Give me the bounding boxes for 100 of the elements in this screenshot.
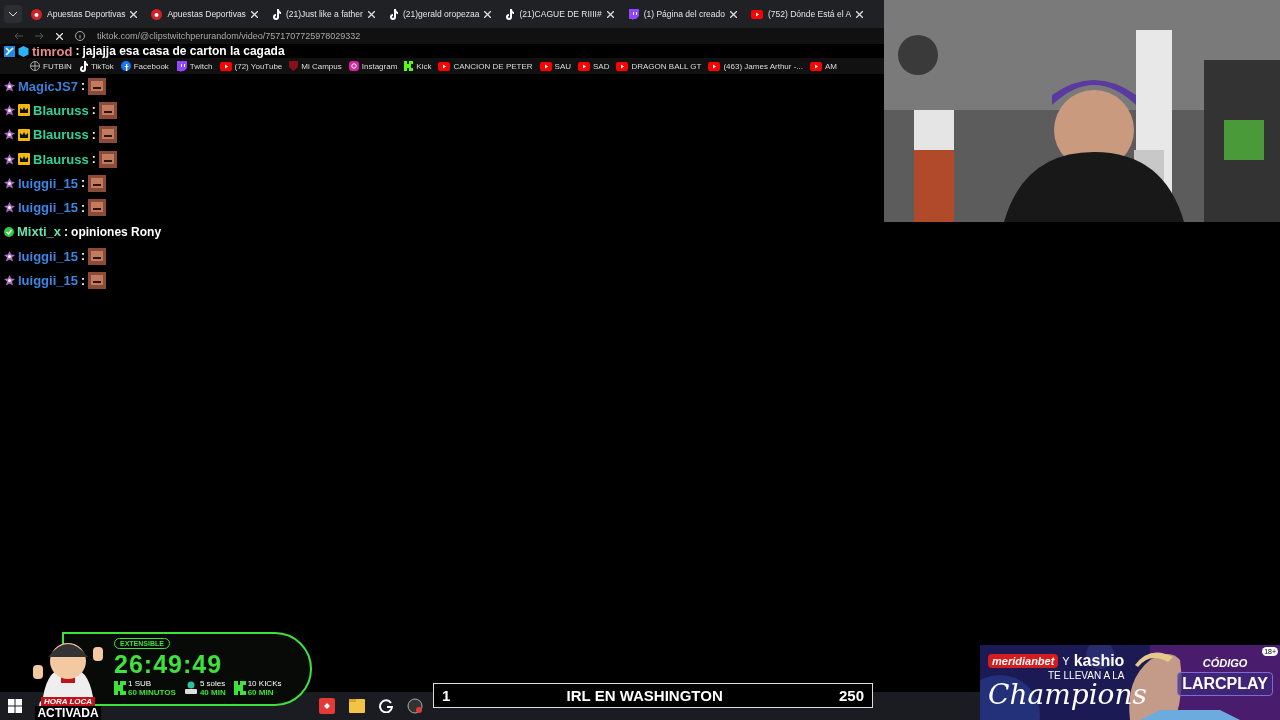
bookmark-link[interactable]: Kick xyxy=(404,61,432,71)
shield-icon xyxy=(289,61,299,71)
chat-separator: : xyxy=(64,224,69,239)
play-icon xyxy=(810,61,822,71)
emote-icon xyxy=(87,199,106,217)
score-title: IRL EN WASHINGTON xyxy=(566,687,723,704)
browser-tab[interactable]: Apuestas Deportivas xyxy=(146,2,263,26)
reward-duration: 40 MIN xyxy=(199,688,226,697)
bookmark-link[interactable]: Mi Campus xyxy=(289,61,342,71)
gem-badge-icon xyxy=(4,80,15,92)
gem-badge-icon xyxy=(4,104,15,116)
tab-title: (21)Just like a father xyxy=(285,9,363,19)
close-icon[interactable] xyxy=(856,10,864,18)
chat-separator: : xyxy=(80,273,85,288)
bookmark-link[interactable]: Instagram xyxy=(348,61,398,71)
score-left: 1 xyxy=(442,687,451,704)
g-logo-icon[interactable] xyxy=(379,699,393,713)
mascot-banner: HORA LOCA xyxy=(40,697,96,706)
chat-separator: : xyxy=(80,176,85,191)
chat-username: luiggii_15 xyxy=(18,175,78,191)
bookmark-link[interactable]: (463) James Arthur -... xyxy=(708,61,803,71)
bookmark-link[interactable]: SAU xyxy=(539,61,571,71)
browser-tab[interactable]: (21)CAGUE DE RIIII# xyxy=(500,2,619,26)
tab-title: (1) Página del creado xyxy=(643,9,725,19)
crown-badge-icon xyxy=(18,104,30,117)
kick-icon xyxy=(404,61,414,71)
tab-list-button[interactable] xyxy=(4,5,22,23)
chat-message: jajajja esa casa de carton la cagada xyxy=(82,44,285,58)
chat-username: luiggii_15 xyxy=(18,200,78,216)
chat-separator: : xyxy=(81,79,85,94)
crown-badge-icon xyxy=(18,153,30,166)
chat-username: MagicJS7 xyxy=(18,78,78,94)
chat-separator: : xyxy=(75,44,80,58)
chevron-icon xyxy=(9,11,17,17)
betting-site-icon xyxy=(151,8,163,20)
play-icon xyxy=(750,9,763,19)
close-icon[interactable] xyxy=(484,10,492,18)
chat-username: Blauruss xyxy=(33,127,89,143)
ad-tagline: TE LLEVAN A LA xyxy=(1048,670,1125,681)
globe-icon xyxy=(30,61,40,71)
bookmark-link[interactable]: AM xyxy=(810,61,837,71)
emote-icon xyxy=(98,101,117,119)
camera-icon xyxy=(348,61,359,71)
play-icon xyxy=(219,61,232,71)
chat-bubble-icon xyxy=(175,60,187,72)
windows-icon[interactable] xyxy=(8,699,22,713)
browser-tab[interactable]: (1) Página del creado xyxy=(622,2,742,26)
promo-code: LARCPLAY xyxy=(1177,672,1273,696)
browser-tab[interactable]: (752) Dónde Está el A xyxy=(745,2,869,26)
emote-icon xyxy=(87,174,106,192)
close-icon[interactable] xyxy=(130,10,138,18)
chat-message: opiniones Rony xyxy=(71,224,162,239)
chat-bubble-icon xyxy=(627,8,639,20)
chat-username: Blauruss xyxy=(33,102,89,118)
chat-username: luiggii_15 xyxy=(18,248,78,264)
reward-amount: 5 soles xyxy=(199,679,226,688)
back-arrow-icon[interactable] xyxy=(14,32,23,40)
bookmark-link[interactable]: CANCION DE PETER xyxy=(438,61,533,71)
tab-title: Apuestas Deportivas xyxy=(167,9,246,19)
browser-tab[interactable]: Apuestas Deportivas xyxy=(26,2,143,26)
emote-icon xyxy=(88,77,106,95)
close-icon[interactable] xyxy=(729,10,737,18)
address-bar-url[interactable]: tiktok.com/@clipstwitchperurandom/video/7571707725978029332 xyxy=(97,31,361,41)
play-icon xyxy=(578,61,590,71)
chat-separator: : xyxy=(91,127,96,142)
tab-title: Apuestas Deportivas xyxy=(47,9,126,19)
close-icon[interactable] xyxy=(367,10,375,18)
close-icon[interactable] xyxy=(250,10,258,18)
bookmark-link[interactable]: Twitch xyxy=(175,60,213,72)
kick-icon xyxy=(233,681,246,695)
cube-badge-icon xyxy=(18,45,29,57)
emote-icon xyxy=(98,126,117,144)
close-icon[interactable] xyxy=(56,32,63,40)
bookmark-link[interactable]: Facebook xyxy=(120,61,169,71)
verified-badge-icon xyxy=(4,226,14,237)
facebook-icon xyxy=(120,61,131,71)
ad-joiner: Y xyxy=(1062,655,1070,667)
app-icon[interactable] xyxy=(407,698,423,714)
bookmark-link[interactable]: SAD xyxy=(578,61,610,71)
note-icon xyxy=(271,8,281,20)
browser-tab[interactable]: (21)Just like a father xyxy=(266,2,380,26)
mascot-caption: ACTIVADA xyxy=(35,706,101,720)
info-icon[interactable] xyxy=(75,31,85,41)
bookmark-link[interactable]: TikTok xyxy=(78,60,114,72)
wallet-icon xyxy=(183,681,198,695)
score-right: 250 xyxy=(838,687,864,704)
forward-arrow-icon[interactable] xyxy=(35,32,44,40)
play-icon xyxy=(708,61,721,71)
browser-tab[interactable]: (21)gerald oropezaa xyxy=(383,2,497,26)
tab-title: (21)CAGUE DE RIIII# xyxy=(519,9,602,19)
bookmark-link[interactable]: (72) YouTube xyxy=(219,61,283,71)
bookmark-link[interactable]: DRAGON BALL GT xyxy=(616,61,702,71)
note-icon xyxy=(505,8,515,20)
play-icon xyxy=(438,61,451,71)
reward-duration: 60 MIN xyxy=(247,688,275,697)
close-icon[interactable] xyxy=(606,10,614,18)
tab-title: (21)gerald oropezaa xyxy=(402,9,480,19)
app-icon[interactable] xyxy=(319,698,335,714)
bookmark-link[interactable]: FUTBIN xyxy=(30,61,72,71)
emote-icon xyxy=(98,150,117,168)
